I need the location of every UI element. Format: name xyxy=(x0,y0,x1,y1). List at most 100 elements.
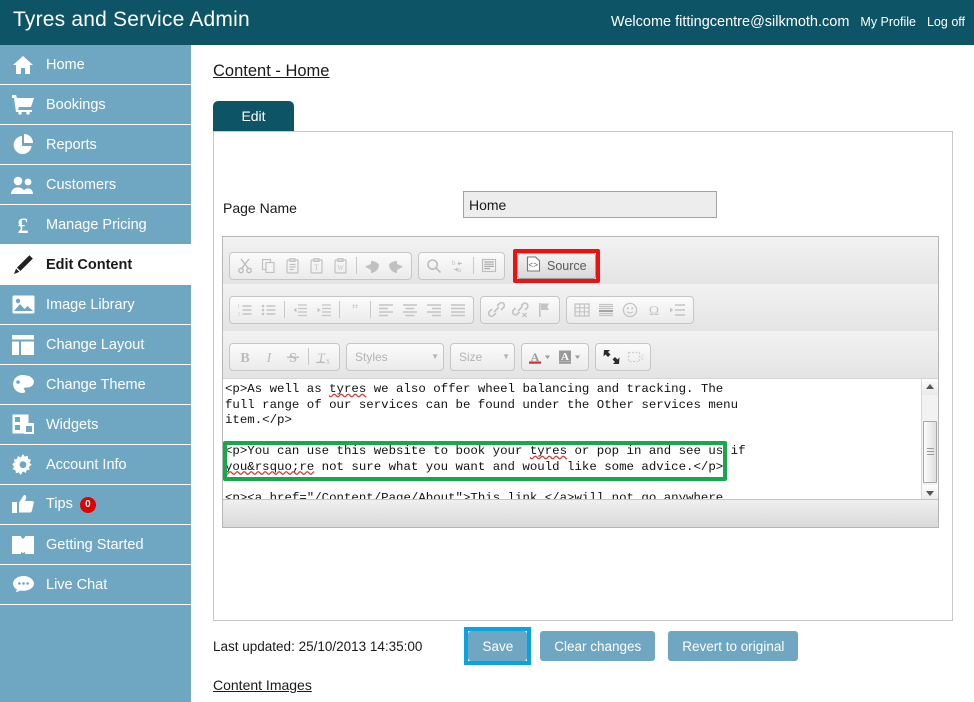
sidebar-item-label-tips: Tips 0 xyxy=(46,496,96,513)
sidebar-item-change-layout[interactable]: Change Layout xyxy=(0,325,191,365)
align-justify-icon[interactable] xyxy=(446,298,470,322)
decrease-indent-icon[interactable] xyxy=(288,298,312,322)
toolbar-separator xyxy=(370,301,371,318)
size-dropdown[interactable]: Size ▼ xyxy=(450,342,515,371)
book-icon xyxy=(0,535,46,555)
toolbar-separator xyxy=(284,301,285,318)
unlink-icon[interactable] xyxy=(508,298,532,322)
svg-text:x: x xyxy=(326,356,330,365)
chat-bubble-icon xyxy=(0,575,46,594)
sidebar-item-home[interactable]: Home xyxy=(0,45,191,85)
select-all-icon[interactable] xyxy=(477,254,501,278)
svg-text:0: 0 xyxy=(641,353,644,362)
background-color-button[interactable]: A xyxy=(555,345,585,369)
sidebar-item-image-library[interactable]: Image Library xyxy=(0,285,191,325)
source-button[interactable]: <> Source xyxy=(517,252,596,279)
anchor-flag-icon[interactable] xyxy=(532,298,556,322)
numbered-list-icon[interactable]: 12 xyxy=(233,298,257,322)
sidebar-item-manage-pricing[interactable]: £ Manage Pricing xyxy=(0,205,191,245)
save-button[interactable]: Save xyxy=(468,631,528,661)
chevron-down-icon: ▼ xyxy=(502,352,510,361)
source-code-textarea[interactable]: <p>As well as tyres we also offer wheel … xyxy=(223,378,938,500)
source-button-highlight: <> Source xyxy=(513,248,600,283)
svg-text:W: W xyxy=(337,264,344,272)
align-left-icon[interactable] xyxy=(374,298,398,322)
svg-text:”: ” xyxy=(352,302,359,318)
page-name-input[interactable] xyxy=(463,191,717,218)
show-blocks-icon[interactable]: 0 xyxy=(623,345,647,369)
links-group xyxy=(480,295,560,324)
pie-chart-icon xyxy=(0,133,46,156)
paste-icon[interactable] xyxy=(281,254,305,278)
svg-text:a: a xyxy=(458,266,462,274)
sidebar-item-reports[interactable]: Reports xyxy=(0,125,191,165)
paste-word-icon[interactable]: W xyxy=(329,254,353,278)
scroll-down-arrow-icon[interactable] xyxy=(922,485,938,500)
source-scrollbar[interactable] xyxy=(921,379,938,500)
sidebar-item-live-chat[interactable]: Live Chat xyxy=(0,565,191,605)
align-right-icon[interactable] xyxy=(422,298,446,322)
layout-icon xyxy=(0,334,46,355)
editor-status-bar xyxy=(223,499,938,527)
sidebar-item-bookings[interactable]: Bookings xyxy=(0,85,191,125)
italic-button[interactable]: I xyxy=(257,345,281,369)
sidebar-item-account-info[interactable]: Account Info xyxy=(0,445,191,485)
copy-icon[interactable] xyxy=(257,254,281,278)
text-color-button[interactable]: A xyxy=(525,345,555,369)
strikethrough-button[interactable]: S xyxy=(281,345,305,369)
sidebar-item-customers[interactable]: Customers xyxy=(0,165,191,205)
horizontal-rule-icon[interactable] xyxy=(594,298,618,322)
svg-text:A: A xyxy=(561,351,569,363)
undo-icon[interactable] xyxy=(360,254,384,278)
tab-edit[interactable]: Edit xyxy=(213,101,294,131)
maximize-icon[interactable] xyxy=(599,345,623,369)
gear-icon xyxy=(0,453,46,476)
tips-label: Tips xyxy=(46,496,73,512)
sidebar-item-widgets[interactable]: Widgets xyxy=(0,405,191,445)
page-name-label: Page Name xyxy=(223,200,297,216)
toolbar-separator xyxy=(308,348,309,365)
my-profile-link[interactable]: My Profile xyxy=(860,15,916,29)
content-images-description: To insert an image into your content at … xyxy=(213,698,925,702)
paragraph-group: 12 ” xyxy=(229,295,474,324)
sidebar-item-edit-content[interactable]: Edit Content xyxy=(0,245,191,285)
sidebar-item-getting-started[interactable]: Getting Started xyxy=(0,525,191,565)
svg-text:1: 1 xyxy=(238,304,241,309)
page-break-icon[interactable] xyxy=(666,298,690,322)
bold-button[interactable]: B xyxy=(233,345,257,369)
iframe-code-highlight xyxy=(223,441,727,481)
sidebar-item-label: Change Layout xyxy=(46,336,145,353)
sidebar-item-change-theme[interactable]: Change Theme xyxy=(0,365,191,405)
content-images-heading[interactable]: Content Images xyxy=(213,677,312,693)
smiley-icon[interactable] xyxy=(618,298,642,322)
thumbs-up-icon xyxy=(0,494,46,515)
styles-dropdown[interactable]: Styles ▼ xyxy=(346,342,444,371)
remove-format-icon[interactable]: Tx xyxy=(312,345,336,369)
redo-icon[interactable] xyxy=(384,254,408,278)
scroll-up-arrow-icon[interactable] xyxy=(922,379,938,395)
table-icon[interactable] xyxy=(570,298,594,322)
sidebar-item-tips[interactable]: Tips 0 xyxy=(0,485,191,525)
page-title[interactable]: Content - Home xyxy=(213,62,329,81)
link-icon[interactable] xyxy=(484,298,508,322)
pound-sign-icon: £ xyxy=(0,214,46,236)
replace-icon[interactable]: ba xyxy=(446,254,470,278)
paste-text-icon[interactable]: T xyxy=(305,254,329,278)
blockquote-icon[interactable]: ” xyxy=(343,298,367,322)
align-center-icon[interactable] xyxy=(398,298,422,322)
home-icon xyxy=(0,55,46,75)
bulleted-list-icon[interactable] xyxy=(257,298,281,322)
insert-group: Ω xyxy=(566,295,694,324)
cut-icon[interactable] xyxy=(233,254,257,278)
clear-changes-button[interactable]: Clear changes xyxy=(540,631,656,661)
increase-indent-icon[interactable] xyxy=(312,298,336,322)
welcome-text: Welcome fittingcentre@silkmoth.com xyxy=(610,14,850,30)
sidebar-item-label: Edit Content xyxy=(46,256,133,273)
find-icon[interactable] xyxy=(422,254,446,278)
scrollbar-thumb[interactable] xyxy=(923,421,937,483)
special-character-icon[interactable]: Ω xyxy=(642,298,666,322)
log-off-link[interactable]: Log off xyxy=(927,15,965,29)
rich-text-editor: T W b a <> Source 1 2 ” Ω B I S T x Styl… xyxy=(222,236,939,528)
sidebar-item-label: Home xyxy=(46,56,85,73)
revert-to-original-button[interactable]: Revert to original xyxy=(668,631,799,661)
